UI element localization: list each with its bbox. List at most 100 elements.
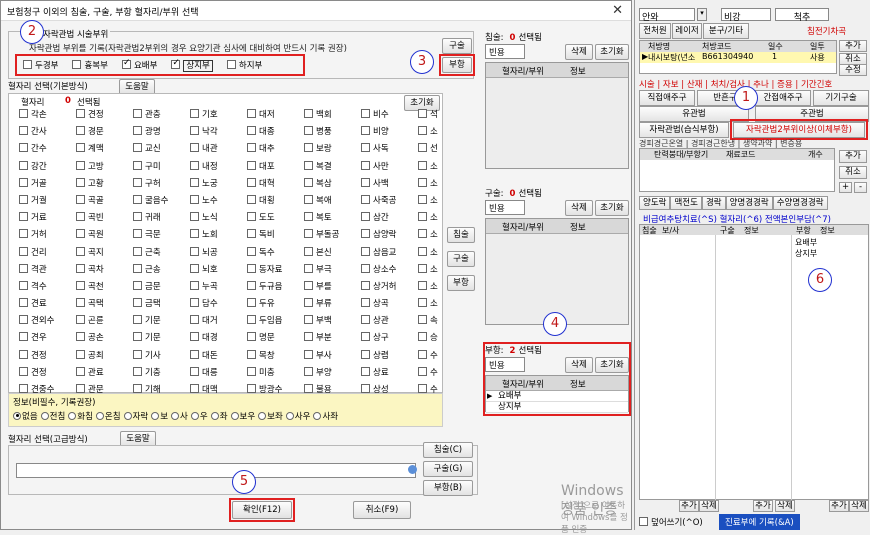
acupoint-checkbox[interactable]: 금문 [133, 280, 190, 295]
checkbox-icon[interactable] [247, 229, 256, 239]
checkbox-icon[interactable] [304, 280, 313, 290]
checkbox-icon[interactable] [190, 160, 199, 170]
acupoint-checkbox[interactable]: 격수 [19, 280, 76, 295]
checkbox-icon[interactable] [76, 160, 85, 170]
acupoint-checkbox[interactable]: 소 [418, 297, 475, 312]
checkbox-icon[interactable] [19, 246, 28, 256]
acupoint-checkbox[interactable]: 곡차 [76, 263, 133, 278]
list-reset-button[interactable]: 초기화 [595, 200, 629, 216]
acupoint-checkbox[interactable]: 노회 [190, 228, 247, 243]
acupoint-checkbox[interactable]: 속 [418, 314, 475, 329]
acupoint-checkbox[interactable]: 부백 [304, 314, 361, 329]
acupoint-checkbox[interactable]: 견우 [19, 331, 76, 346]
delete-button[interactable]: 삭제 [565, 44, 593, 60]
acupoint-checkbox[interactable]: 본신 [304, 246, 361, 261]
checkbox-icon[interactable] [76, 177, 85, 187]
acupoint-checkbox[interactable]: 상소수 [361, 263, 418, 278]
acupoint-checkbox[interactable]: 노수 [190, 194, 247, 209]
checkbox-icon[interactable] [361, 246, 370, 256]
acupoint-checkbox[interactable]: 계맥 [76, 142, 133, 157]
checkbox-icon[interactable] [304, 263, 313, 273]
adv-chimsul-button[interactable]: 침술(C) [423, 442, 473, 458]
acupoint-checkbox[interactable]: 삼간 [361, 211, 418, 226]
acupoint-checkbox[interactable]: 상거허 [361, 280, 418, 295]
checkbox-icon[interactable] [133, 349, 142, 359]
checkbox-icon[interactable] [418, 298, 427, 308]
checkbox-icon[interactable] [19, 280, 28, 290]
delete-button[interactable]: 삭제 [565, 200, 593, 216]
info-radio[interactable]: 없음 [11, 411, 38, 422]
checkbox-icon[interactable] [19, 298, 28, 308]
checkbox-icon[interactable] [190, 229, 199, 239]
acupoint-checkbox[interactable]: 대경 [190, 331, 247, 346]
checkbox-icon[interactable] [19, 366, 28, 376]
acupoint-checkbox[interactable]: 승 [418, 331, 475, 346]
acupoint-checkbox[interactable]: 거료 [19, 211, 76, 226]
acupoint-checkbox[interactable]: 사만 [361, 160, 418, 175]
acupoint-checkbox[interactable]: 담수 [190, 297, 247, 312]
side-buhang-button[interactable]: 부항 [447, 275, 475, 291]
checkbox-icon[interactable] [361, 194, 370, 204]
info-radio[interactable]: 화침 [66, 411, 93, 422]
checkbox-icon[interactable] [133, 109, 142, 118]
info-radio[interactable]: 온침 [94, 411, 121, 422]
acupoint-checkbox[interactable]: 복삼 [304, 177, 361, 192]
btn-gigu[interactable]: 기기구술 [813, 90, 869, 106]
acupoint-checkbox[interactable]: 공손 [76, 331, 133, 346]
acupoint-checkbox[interactable]: 부류 [304, 297, 361, 312]
checkbox-icon[interactable] [76, 229, 85, 239]
checkbox-icon[interactable] [418, 109, 427, 118]
acupoint-checkbox[interactable]: 곡천 [76, 280, 133, 295]
checkbox-icon[interactable] [133, 366, 142, 376]
acupoint-checkbox[interactable]: 삼음교 [361, 246, 418, 261]
checkbox-icon[interactable] [304, 229, 313, 239]
select-cheokchu[interactable]: 척추 [775, 8, 829, 23]
radio-icon[interactable] [190, 411, 199, 420]
checkbox-icon[interactable] [76, 246, 85, 256]
acupoint-checkbox[interactable]: 기충 [133, 366, 190, 381]
acupoint-checkbox[interactable]: 견정 [76, 108, 133, 123]
checkbox-icon[interactable] [19, 332, 28, 342]
checkbox-icon[interactable] [190, 263, 199, 273]
radio-icon[interactable] [13, 411, 21, 420]
radio-icon[interactable] [285, 411, 294, 420]
checkbox-icon[interactable] [304, 109, 313, 118]
checkbox-icon[interactable] [304, 143, 313, 153]
checkbox-icon[interactable] [133, 143, 142, 153]
list-select[interactable]: 빈용 [485, 44, 525, 59]
cancel-button[interactable]: 취소(F9) [353, 501, 411, 519]
acupoint-checkbox[interactable]: 견외수 [19, 314, 76, 329]
info-radio[interactable]: 좌 [209, 411, 228, 422]
checkbox-icon[interactable] [361, 126, 370, 136]
checkbox-icon[interactable] [72, 60, 82, 69]
acupoint-checkbox[interactable]: 수 [418, 366, 475, 381]
checkbox-icon[interactable] [247, 143, 256, 153]
acupoint-checkbox[interactable]: 광명 [133, 125, 190, 140]
acupoint-checkbox[interactable]: 견정 [19, 366, 76, 381]
checkbox-icon[interactable] [76, 298, 85, 308]
acupoint-checkbox[interactable]: 거허 [19, 228, 76, 243]
acupoint-checkbox[interactable]: 복토 [304, 211, 361, 226]
delete-button[interactable]: 삭제 [775, 500, 795, 512]
acupoint-checkbox[interactable]: 대혁 [247, 177, 304, 192]
acupoint-checkbox[interactable]: 곡골 [76, 194, 133, 209]
acupoint-checkbox[interactable]: 누곡 [190, 280, 247, 295]
checkbox-icon[interactable] [190, 143, 199, 153]
acupoint-checkbox[interactable]: 근송 [133, 263, 190, 278]
checkbox-icon[interactable] [19, 384, 28, 393]
plus-icon[interactable]: + [839, 182, 852, 193]
add-button[interactable]: 추가 [839, 40, 867, 52]
checkbox-icon[interactable] [304, 384, 313, 393]
checkbox-icon[interactable] [418, 160, 427, 170]
list-reset-button[interactable]: 초기화 [595, 44, 629, 60]
checkbox-icon[interactable] [418, 194, 427, 204]
acupoint-checkbox[interactable]: 복애 [304, 194, 361, 209]
info-radio[interactable]: 보우 [229, 411, 255, 422]
acupoint-checkbox[interactable]: 수 [418, 349, 475, 364]
acupoint-checkbox[interactable]: 견정 [19, 349, 76, 364]
checkbox-icon[interactable] [19, 349, 28, 359]
acupoint-checkbox[interactable]: 노식 [190, 211, 247, 226]
acupoint-checkbox[interactable]: 선 [418, 142, 475, 157]
acupoint-checkbox[interactable]: 격관 [19, 263, 76, 278]
checkbox-icon[interactable] [133, 212, 142, 222]
